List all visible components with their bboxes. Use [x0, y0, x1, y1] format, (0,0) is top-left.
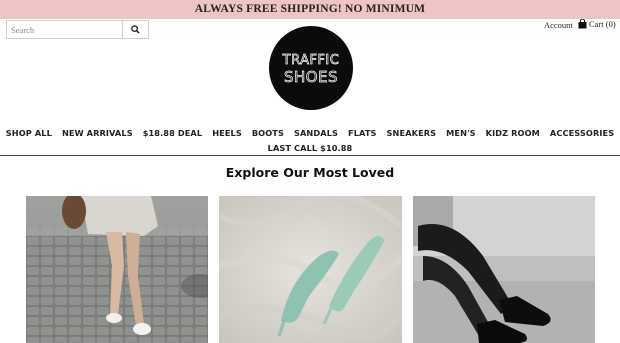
featured-tile-mint-heels[interactable]	[219, 196, 402, 343]
promo-banner: ALWAYS FREE SHIPPING! NO MINIMUM	[0, 0, 620, 19]
nav-new-arrivals[interactable]: NEW ARRIVALS	[57, 126, 138, 141]
main-navigation: SHOP ALL NEW ARRIVALS $18.88 DEAL HEELS …	[0, 126, 620, 156]
street-photo-image	[26, 196, 208, 343]
nav-last-call[interactable]: LAST CALL $10.88	[263, 141, 358, 156]
cart-link[interactable]: Cart (0)	[578, 19, 616, 29]
heels-photo-image	[219, 196, 402, 343]
section-title: Explore Our Most Loved	[225, 165, 395, 180]
nav-flats[interactable]: FLATS	[343, 126, 382, 141]
nav-sandals[interactable]: SANDALS	[289, 126, 343, 141]
account-link[interactable]: Account	[544, 20, 573, 30]
search-icon	[131, 25, 140, 34]
promo-text: ALWAYS FREE SHIPPING! NO MINIMUM	[194, 3, 426, 15]
traffic-shoes-logo[interactable]: TRAFFIC SHOES	[269, 26, 353, 110]
nav-kidz-room[interactable]: KIDZ ROOM	[481, 126, 545, 141]
nav-sneakers[interactable]: SNEAKERS	[382, 126, 442, 141]
nav-accessories[interactable]: ACCESSORIES	[545, 126, 619, 141]
logo-wordmark-bottom: SHOES	[284, 68, 338, 86]
search-input[interactable]	[7, 21, 122, 38]
cart-label: Cart (0)	[589, 19, 616, 29]
nav-1888-deal[interactable]: $18.88 DEAL	[138, 126, 208, 141]
featured-tile-street-sneakers[interactable]	[26, 196, 208, 343]
nav-heels[interactable]: HEELS	[207, 126, 247, 141]
nav-mens[interactable]: MEN'S	[441, 126, 481, 141]
header-divider	[0, 155, 620, 156]
search-form	[6, 20, 149, 39]
logo-wordmark-top: TRAFFIC	[282, 53, 340, 68]
search-button[interactable]	[122, 21, 148, 38]
boots-photo-image	[413, 196, 595, 343]
nav-shop-all[interactable]: SHOP ALL	[1, 126, 57, 141]
shopping-bag-icon	[578, 19, 587, 29]
featured-tile-black-boots[interactable]	[413, 196, 595, 343]
nav-boots[interactable]: BOOTS	[247, 126, 289, 141]
